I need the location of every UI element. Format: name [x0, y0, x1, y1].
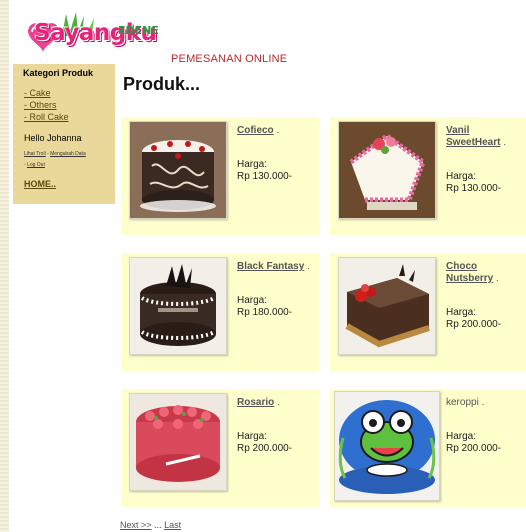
- last-page-link[interactable]: Last: [164, 520, 181, 530]
- product-name: Choco Nutsberry .: [446, 261, 499, 284]
- home-link[interactable]: HOME..: [24, 179, 56, 189]
- change-data-link[interactable]: Mengubah Data: [50, 151, 86, 157]
- product-image[interactable]: [338, 121, 436, 219]
- cake-image-vanil-sweetheart: [339, 122, 435, 218]
- sidebar: Kategori Produk - Cake - Others - Roll C…: [13, 64, 115, 204]
- price-label: Harga:: [446, 307, 477, 318]
- logo-subtext: EDENE: [118, 24, 159, 37]
- user-greeting: Hello Johanna: [24, 133, 82, 143]
- product-card: Black Fantasy . Harga: Rp 180.000-: [121, 253, 319, 371]
- cake-image-choco-nutsberry: [339, 258, 435, 354]
- logout-link[interactable]: Log Out: [27, 162, 45, 168]
- product-price: Rp 180.000-: [237, 307, 293, 318]
- cake-image-black-fantasy: [130, 258, 226, 354]
- price-label: Harga:: [237, 295, 268, 306]
- next-page-link[interactable]: Next >>: [120, 520, 152, 530]
- product-price: Rp 200.000-: [237, 443, 293, 454]
- product-name-link[interactable]: Cofieco: [237, 125, 274, 136]
- product-name-link[interactable]: Rosario: [237, 397, 274, 408]
- product-image[interactable]: [129, 121, 227, 219]
- view-cart-link[interactable]: Lihat Troli: [24, 151, 46, 157]
- product-card: keroppi . Harga: Rp 200.000-: [330, 389, 526, 507]
- product-name: keroppi .: [446, 397, 485, 408]
- product-image[interactable]: [129, 257, 227, 355]
- pager-separator: ...: [154, 520, 162, 530]
- price-label: Harga:: [237, 431, 268, 442]
- price-label: Harga:: [446, 431, 477, 442]
- product-name: Rosario .: [237, 397, 280, 408]
- product-price: Rp 130.000-: [237, 171, 293, 182]
- cake-image-cofieco: [130, 122, 226, 218]
- product-name: Cofieco .: [237, 125, 280, 136]
- page-title: Produk...: [123, 74, 201, 94]
- product-name: Black Fantasy .: [237, 261, 310, 272]
- product-card: Cofieco . Harga: Rp 130.000-: [121, 117, 319, 235]
- account-links: Lihat Troli - Mengubah Data - Log Out: [24, 149, 86, 171]
- site-tagline: PEMESANAN ONLINE: [171, 53, 288, 65]
- price-label: Harga:: [446, 171, 477, 182]
- product-image[interactable]: [334, 391, 440, 501]
- sidebar-item-roll-cake[interactable]: - Roll Cake: [24, 112, 69, 122]
- product-name-link[interactable]: Choco: [446, 261, 477, 272]
- sidebar-item-others[interactable]: - Others: [24, 100, 57, 110]
- product-price: Rp 200.000-: [446, 443, 502, 454]
- product-price: Rp 200.000-: [446, 319, 502, 330]
- product-name-link-line2[interactable]: Nutsberry: [446, 273, 493, 284]
- product-name-link[interactable]: Black Fantasy: [237, 261, 304, 272]
- pagination: Next >> ... Last: [120, 520, 181, 530]
- product-name-link-line2[interactable]: SweetHeart: [446, 137, 500, 148]
- product-name-text: keroppi: [446, 397, 479, 408]
- cake-image-keroppi: [335, 392, 439, 500]
- product-name: Vanil SweetHeart .: [446, 125, 507, 148]
- product-card: Choco Nutsberry . Harga: Rp 200.000-: [330, 253, 526, 371]
- sidebar-title: Kategori Produk: [23, 68, 94, 78]
- product-card: Vanil SweetHeart . Harga: Rp 130.000-: [330, 117, 526, 235]
- price-label: Harga:: [237, 159, 268, 170]
- cake-image-rosario: [130, 394, 226, 490]
- product-name-link[interactable]: Vanil: [446, 125, 469, 136]
- product-card: Rosario . Harga: Rp 200.000-: [121, 389, 319, 507]
- product-price: Rp 130.000-: [446, 183, 502, 194]
- sidebar-item-cake[interactable]: - Cake: [24, 88, 51, 98]
- product-image[interactable]: [338, 257, 436, 355]
- page-border-stripe: [0, 0, 9, 532]
- product-image[interactable]: [129, 393, 227, 491]
